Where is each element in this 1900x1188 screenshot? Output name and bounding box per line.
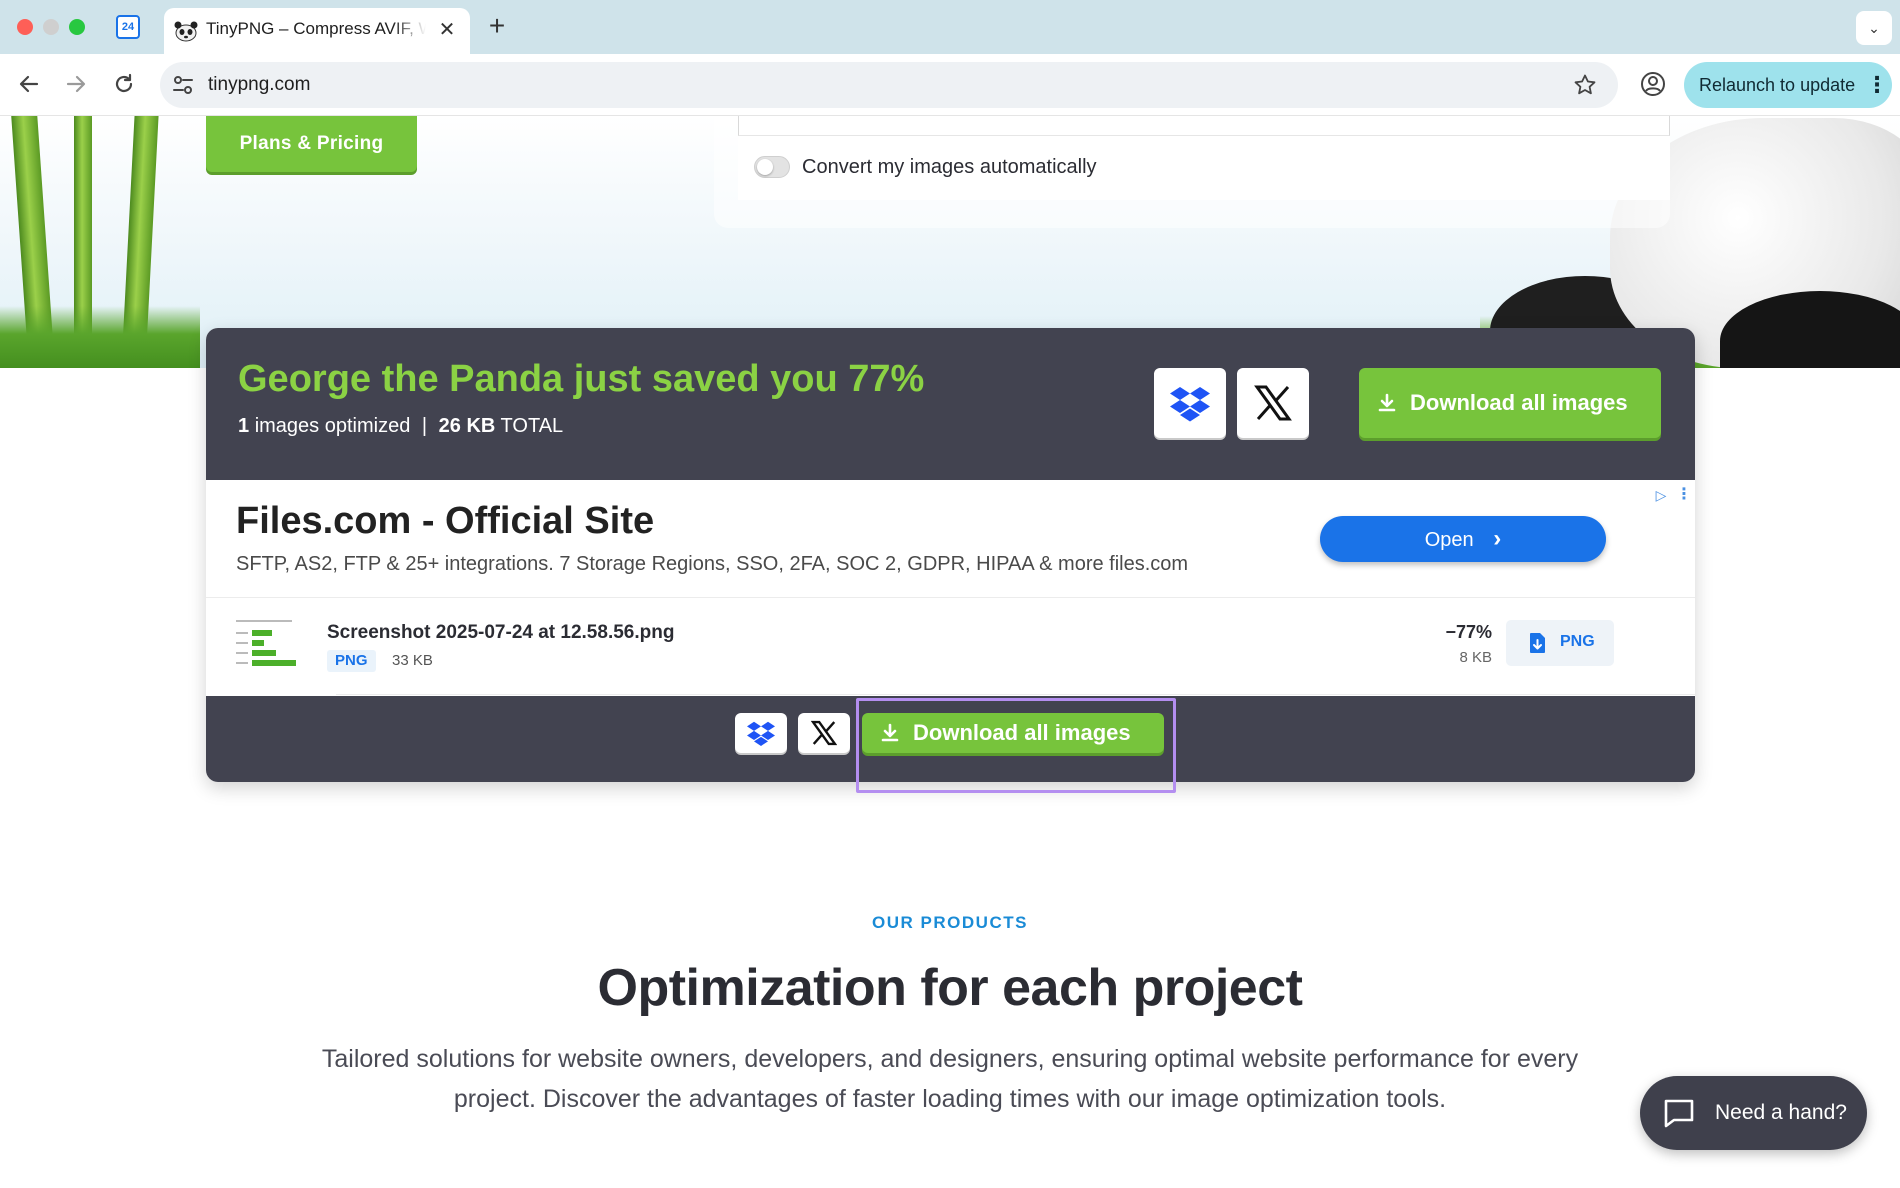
- need-a-hand-button[interactable]: Need a hand?: [1640, 1076, 1867, 1150]
- relaunch-to-update-button[interactable]: Relaunch to update ⋮: [1684, 62, 1892, 108]
- download-icon: [1378, 393, 1396, 412]
- x-share-button[interactable]: [1237, 368, 1309, 438]
- browser-menu-icon[interactable]: ⋮: [1866, 71, 1888, 99]
- chevron-right-icon: ›: [1493, 525, 1502, 552]
- download-file-button[interactable]: PNG: [1506, 620, 1614, 666]
- plans-pricing-button[interactable]: Plans & Pricing: [206, 116, 417, 172]
- dropbox-icon: [1170, 387, 1210, 422]
- toggle-knob: [757, 159, 773, 175]
- row-divider: [336, 694, 1695, 695]
- maximize-window-button[interactable]: [69, 19, 85, 35]
- panda-favicon-icon: [174, 21, 198, 42]
- total-size: 26 KB: [438, 415, 496, 437]
- results-header: George the Panda just saved you 77% 1 im…: [206, 328, 1695, 480]
- file-thumbnail: [234, 616, 298, 672]
- original-file-size: 33 KB: [392, 652, 433, 669]
- download-file-label: PNG: [1560, 633, 1595, 650]
- chat-icon: [1664, 1099, 1694, 1128]
- reduction-percent: −77%: [1445, 622, 1492, 642]
- compressed-file-size: 8 KB: [1459, 649, 1492, 666]
- calendar-pinned-tab-icon[interactable]: 24: [116, 15, 140, 39]
- close-tab-icon[interactable]: ✕: [436, 19, 458, 41]
- tab-search-button[interactable]: ⌄: [1856, 11, 1892, 45]
- convert-automatically-label: Convert my images automatically: [802, 156, 1097, 178]
- x-logo-icon: [1254, 385, 1292, 421]
- savings-stats: 1 images optimized | 26 KB TOTAL: [238, 415, 563, 438]
- ad-open-label: Open: [1424, 529, 1474, 551]
- tab-title: TinyPNG – Compress AVIF, WebP, PNG and J…: [206, 19, 426, 38]
- forward-icon[interactable]: [60, 68, 92, 100]
- bookmark-star-icon[interactable]: [1570, 70, 1600, 100]
- total-label: TOTAL: [500, 415, 564, 437]
- ad-title[interactable]: Files.com - Official Site: [236, 500, 654, 543]
- dropzone-bottom-edge: [738, 116, 1670, 136]
- url-text: tinypng.com: [208, 74, 311, 95]
- images-count: 1: [238, 415, 250, 437]
- stats-separator: |: [421, 415, 428, 437]
- dropbox-share-button[interactable]: [1154, 368, 1226, 438]
- products-description: Tailored solutions for website owners, d…: [321, 1045, 1579, 1113]
- ad-choices-icon[interactable]: ▷: [1652, 486, 1670, 504]
- relaunch-label: Relaunch to update: [1699, 75, 1856, 95]
- download-all-label: Download all images: [1410, 390, 1628, 415]
- back-icon[interactable]: [13, 68, 45, 100]
- close-window-button[interactable]: [17, 19, 33, 35]
- reload-icon[interactable]: [108, 68, 140, 100]
- file-name: Screenshot 2025-07-24 at 12.58.56.png: [327, 622, 675, 643]
- site-info-icon[interactable]: [170, 72, 196, 98]
- images-label: images optimized: [254, 415, 411, 437]
- dropbox-share-button[interactable]: [735, 713, 787, 753]
- page-content: Plans & Pricing Convert my images automa…: [0, 116, 1900, 1188]
- browser-toolbar: tinypng.com Relaunch to update ⋮: [0, 54, 1900, 116]
- ad-description: SFTP, AS2, FTP & 25+ integrations. 7 Sto…: [236, 553, 1189, 575]
- grass-illustration: [0, 306, 200, 368]
- products-title: Optimization for each project: [597, 959, 1303, 1017]
- address-bar[interactable]: tinypng.com: [160, 62, 1618, 108]
- savings-headline: George the Panda just saved you 77%: [238, 358, 925, 400]
- focus-highlight: [856, 698, 1176, 793]
- browser-tab-bar: 24 TinyPNG – Compress AVIF, WebP, PNG an…: [0, 0, 1900, 54]
- profile-icon[interactable]: [1638, 69, 1668, 99]
- dropbox-icon: [747, 721, 775, 746]
- file-result-row: Screenshot 2025-07-24 at 12.58.56.png PN…: [206, 598, 1695, 696]
- tab-tinypng[interactable]: TinyPNG – Compress AVIF, WebP, PNG and J…: [164, 8, 470, 54]
- x-logo-icon: [811, 720, 837, 746]
- products-eyebrow: OUR PRODUCTS: [872, 913, 1028, 932]
- ad-menu-icon[interactable]: ⋮: [1676, 486, 1692, 504]
- file-type-badge: PNG: [327, 650, 376, 672]
- minimize-window-button[interactable]: [43, 19, 59, 35]
- need-a-hand-label: Need a hand?: [1715, 1101, 1847, 1124]
- new-tab-button[interactable]: +: [484, 12, 510, 40]
- convert-settings-card: Convert my images automatically: [738, 116, 1670, 200]
- ad-open-button[interactable]: Open ›: [1320, 516, 1606, 562]
- convert-automatically-toggle[interactable]: [754, 156, 790, 178]
- advertisement: Files.com - Official Site SFTP, AS2, FTP…: [206, 480, 1695, 598]
- x-share-button[interactable]: [798, 713, 850, 753]
- download-all-button-top[interactable]: Download all images: [1359, 368, 1661, 438]
- file-download-icon: [1530, 633, 1545, 653]
